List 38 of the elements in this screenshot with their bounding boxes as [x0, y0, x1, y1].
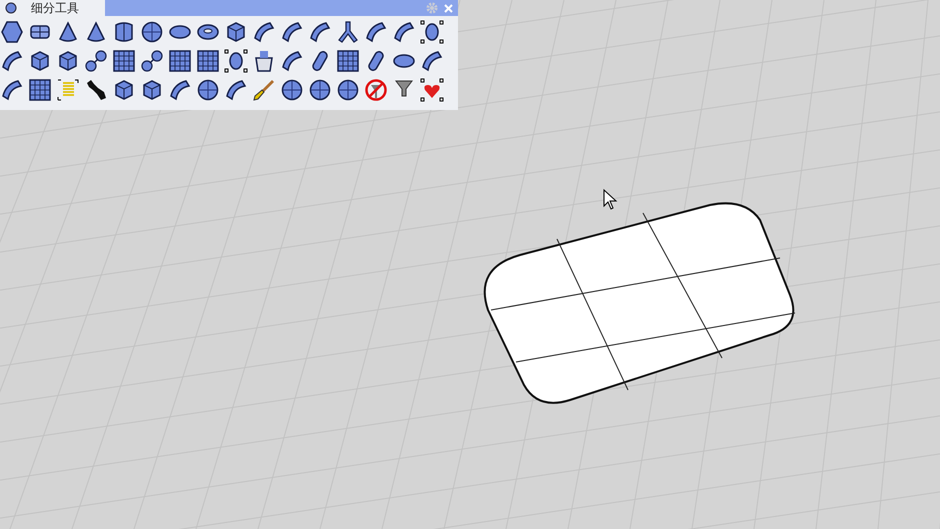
- grid-icon[interactable]: [168, 49, 192, 73]
- sphere-icon[interactable]: [308, 78, 332, 102]
- cone-icon[interactable]: [84, 20, 108, 44]
- sphere-icon[interactable]: [280, 78, 304, 102]
- branch-icon[interactable]: [336, 20, 360, 44]
- bucket-icon[interactable]: [252, 49, 276, 73]
- surface-icon[interactable]: [280, 49, 304, 73]
- surface-icon[interactable]: [224, 78, 248, 102]
- surface-icon[interactable]: [168, 78, 192, 102]
- grid-icon[interactable]: [112, 49, 136, 73]
- surface-icon[interactable]: [392, 20, 416, 44]
- control-points-icon[interactable]: [420, 20, 444, 44]
- cone-icon[interactable]: [56, 20, 80, 44]
- sphere-icon[interactable]: [196, 78, 220, 102]
- brush-icon[interactable]: [252, 78, 276, 102]
- surface-icon[interactable]: [420, 49, 444, 73]
- surface-icon[interactable]: [0, 49, 24, 73]
- prohibited-icon[interactable]: [364, 78, 388, 102]
- surface-icon[interactable]: [252, 20, 276, 44]
- surface-icon[interactable]: [280, 20, 304, 44]
- heart-icon[interactable]: [420, 78, 444, 102]
- lines-icon[interactable]: [56, 78, 80, 102]
- grid-icon[interactable]: [336, 49, 360, 73]
- spheres-icon[interactable]: [140, 49, 164, 73]
- control-points-icon[interactable]: [224, 49, 248, 73]
- cursor-icon: [604, 188, 618, 210]
- grid-icon[interactable]: [196, 49, 220, 73]
- spheres-icon[interactable]: [84, 49, 108, 73]
- sphere-icon[interactable]: [140, 20, 164, 44]
- surface-icon[interactable]: [308, 20, 332, 44]
- surface-icon[interactable]: [364, 20, 388, 44]
- hexagon-icon[interactable]: [0, 20, 24, 44]
- toolbar-title: 细分工具: [31, 1, 79, 15]
- grid-icon[interactable]: [28, 78, 52, 102]
- wrench-icon[interactable]: [84, 78, 108, 102]
- surface-icon[interactable]: [0, 78, 24, 102]
- sphere-icon[interactable]: [336, 78, 360, 102]
- sphere-icon: [5, 2, 17, 14]
